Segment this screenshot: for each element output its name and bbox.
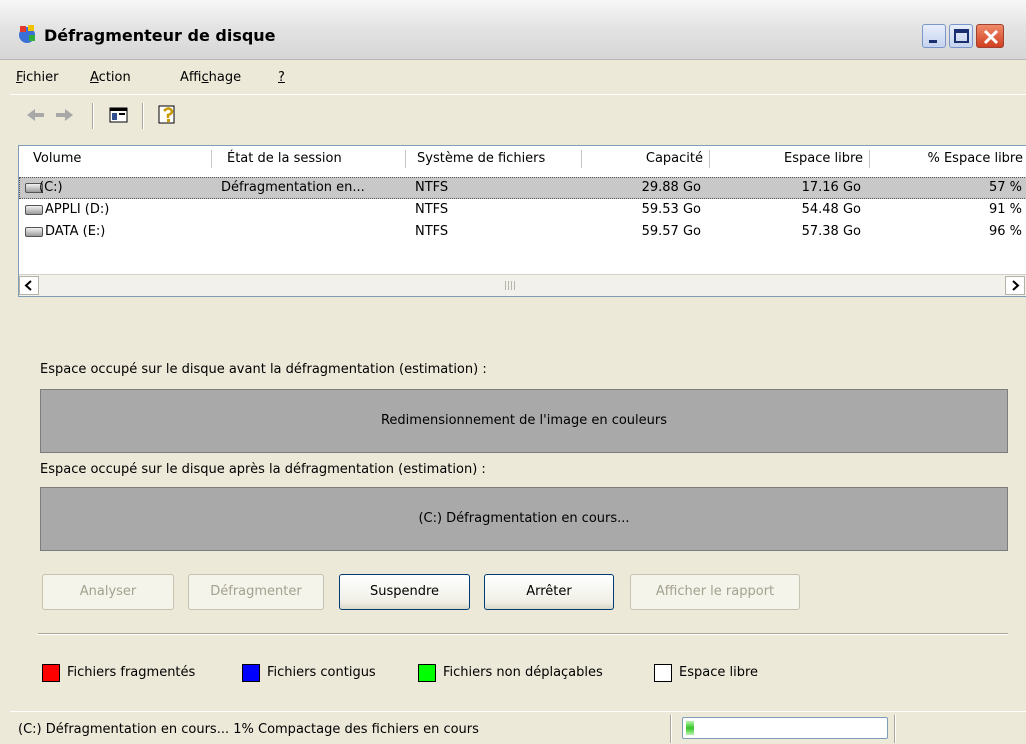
defrag-app-icon xyxy=(19,25,35,43)
volume-session-state xyxy=(221,221,401,243)
legend-label-fragmented: Fichiers fragmentés xyxy=(67,665,196,680)
column-divider[interactable] xyxy=(581,150,582,168)
maximize-icon xyxy=(954,29,969,43)
status-divider xyxy=(894,715,896,743)
menu-fichier[interactable]: Fichier xyxy=(16,70,59,85)
show-hide-console-tree-icon[interactable] xyxy=(108,103,130,127)
toolbar-separator xyxy=(92,103,94,129)
hard-drive-icon xyxy=(25,227,43,237)
column-header-volume[interactable]: Volume xyxy=(33,146,203,171)
column-divider[interactable] xyxy=(405,150,406,168)
title-bar[interactable]: Défragmenteur de disque xyxy=(0,0,1026,60)
column-divider[interactable] xyxy=(211,150,212,168)
volume-filesystem: NTFS xyxy=(415,202,449,217)
stop-button[interactable]: Arrêter xyxy=(484,574,614,610)
volume-session-state xyxy=(221,199,401,221)
minimize-icon xyxy=(929,40,937,43)
menu-affichage[interactable]: Affichage xyxy=(180,70,241,85)
volume-free-space: 17.16 Go xyxy=(801,180,861,195)
defragment-button[interactable]: Défragmenter xyxy=(188,574,324,610)
column-header-capacity[interactable]: Capacité xyxy=(585,146,703,171)
volume-free-space: 57.38 Go xyxy=(801,224,861,239)
legend-label-unmovable: Fichiers non déplaçables xyxy=(443,665,603,680)
defrag-progress-bar xyxy=(682,717,888,739)
after-defrag-map: (C:) Défragmentation en cours... xyxy=(40,487,1008,551)
horizontal-scrollbar[interactable] xyxy=(19,274,1026,296)
menu-bar: Fichier Action Affichage ? xyxy=(10,60,1026,94)
volume-capacity: 59.53 Go xyxy=(641,202,701,217)
menu-action[interactable]: Action xyxy=(90,70,131,85)
close-icon xyxy=(983,29,999,45)
separator-line xyxy=(38,633,1008,635)
defrag-window: Défragmenteur de disque Fichier Action A… xyxy=(0,0,1026,744)
progress-fill xyxy=(686,721,694,735)
volume-name: APPLI (D:) xyxy=(45,202,110,217)
maximize-button[interactable] xyxy=(949,24,973,48)
status-bar: (C:) Défragmentation en cours... 1% Comp… xyxy=(10,711,1026,744)
volume-row-e[interactable]: DATA (E:) NTFS 59.57 Go 57.38 Go 96 % xyxy=(19,221,1026,243)
before-defrag-label: Espace occupé sur le disque avant la déf… xyxy=(40,362,487,377)
column-divider[interactable] xyxy=(709,150,710,168)
toolbar-separator xyxy=(142,103,144,129)
before-defrag-map: Redimensionnement de l'image en couleurs xyxy=(40,389,1008,453)
view-report-button[interactable]: Afficher le rapport xyxy=(630,574,800,610)
column-divider[interactable] xyxy=(869,150,870,168)
volume-row-c[interactable]: (C:) Défragmentation en... NTFS 29.88 Go… xyxy=(19,177,1026,199)
volume-free-space: 54.48 Go xyxy=(801,202,861,217)
legend-label-contiguous: Fichiers contigus xyxy=(267,665,376,680)
legend-label-free-space: Espace libre xyxy=(679,665,759,680)
pause-button[interactable]: Suspendre xyxy=(339,574,470,610)
volume-name: DATA (E:) xyxy=(45,224,106,239)
volume-free-percent: 91 % xyxy=(988,202,1022,217)
chevron-left-icon xyxy=(24,280,32,291)
legend-swatch-contiguous xyxy=(242,664,260,682)
toolbar xyxy=(10,94,1026,136)
volume-free-percent: 96 % xyxy=(988,224,1022,239)
list-header: Volume État de la session Système de fic… xyxy=(19,146,1026,171)
scroll-left-button[interactable] xyxy=(19,276,39,295)
volume-filesystem: NTFS xyxy=(415,180,449,195)
status-divider xyxy=(670,715,672,743)
window-title: Défragmenteur de disque xyxy=(44,26,276,45)
forward-arrow-icon[interactable] xyxy=(54,103,76,127)
legend-swatch-unmovable xyxy=(418,664,436,682)
hard-drive-icon xyxy=(25,205,43,215)
volume-name: (C:) xyxy=(39,180,63,195)
volume-row-d[interactable]: APPLI (D:) NTFS 59.53 Go 54.48 Go 91 % xyxy=(19,199,1026,221)
column-header-free-percent[interactable]: % Espace libre xyxy=(873,146,1023,171)
menu-help[interactable]: ? xyxy=(278,70,285,85)
minimize-button[interactable] xyxy=(922,24,946,48)
volume-capacity: 29.88 Go xyxy=(641,180,701,195)
volume-capacity: 59.57 Go xyxy=(641,224,701,239)
volume-session-state: Défragmentation en... xyxy=(221,180,365,195)
close-button[interactable] xyxy=(976,24,1004,48)
scrollbar-thumb-grip[interactable] xyxy=(505,281,515,290)
column-header-free-space[interactable]: Espace libre xyxy=(713,146,863,171)
column-header-filesystem[interactable]: Système de fichiers xyxy=(417,146,579,171)
volume-free-percent: 57 % xyxy=(988,180,1022,195)
after-defrag-label: Espace occupé sur le disque après la déf… xyxy=(40,462,486,477)
column-header-session[interactable]: État de la session xyxy=(227,146,402,171)
chevron-right-icon xyxy=(1012,280,1020,291)
legend-swatch-fragmented xyxy=(42,664,60,682)
legend-swatch-free-space xyxy=(654,664,672,682)
status-text: (C:) Défragmentation en cours... 1% Comp… xyxy=(18,722,479,737)
volume-filesystem: NTFS xyxy=(415,224,449,239)
scroll-right-button[interactable] xyxy=(1005,276,1025,295)
help-icon[interactable] xyxy=(156,103,180,127)
back-arrow-icon[interactable] xyxy=(24,103,46,127)
volume-list[interactable]: Volume État de la session Système de fic… xyxy=(18,145,1026,297)
analyze-button[interactable]: Analyser xyxy=(42,574,174,610)
